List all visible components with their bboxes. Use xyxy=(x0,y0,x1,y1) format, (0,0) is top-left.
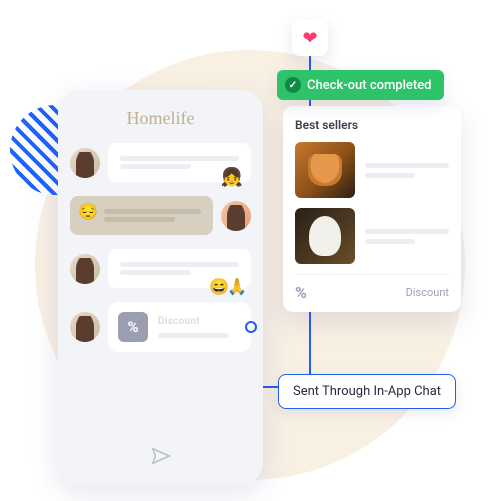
app-brand: Homelife xyxy=(70,108,251,129)
avatar xyxy=(70,148,100,178)
favorite-card: ❤ xyxy=(292,20,328,56)
product-thumb xyxy=(295,208,355,264)
phone-mock: Homelife 👧 😔 😄🙏 % Discount xyxy=(58,90,263,485)
avatar xyxy=(70,312,100,342)
checkout-banner-text: Check-out completed xyxy=(307,78,432,93)
discount-label: Discount xyxy=(406,286,449,299)
callout-text: Sent Through In-App Chat xyxy=(293,384,441,399)
flow-node xyxy=(245,321,257,333)
heart-icon: ❤ xyxy=(302,28,317,49)
emoji-girl-icon: 👧 xyxy=(221,167,243,188)
product-thumb xyxy=(295,142,355,198)
avatar xyxy=(221,201,251,231)
chat-bubble: 😄🙏 xyxy=(108,249,251,288)
product-text-placeholder xyxy=(365,158,449,183)
chat-row: 😄🙏 xyxy=(70,249,251,288)
promo-label: Discount xyxy=(158,316,241,327)
product-row[interactable] xyxy=(295,208,449,264)
best-sellers-title: Best sellers xyxy=(295,118,449,132)
product-text-placeholder xyxy=(365,224,449,249)
callout-label: Sent Through In-App Chat xyxy=(278,374,456,409)
emoji-reaction-icons: 😄🙏 xyxy=(209,277,245,296)
chat-row: 👧 xyxy=(70,143,251,182)
checkout-banner: ✓ Check-out completed xyxy=(277,70,444,100)
chat-bubble: 😔 xyxy=(70,196,213,235)
product-row[interactable] xyxy=(295,142,449,198)
percent-icon: % xyxy=(295,283,307,302)
emoji-sad-icon: 😔 xyxy=(78,202,98,221)
chat-row: 😔 xyxy=(70,196,251,235)
chat-row: % Discount xyxy=(70,302,251,352)
chat-bubble: 👧 xyxy=(108,143,251,182)
promo-bubble[interactable]: % Discount xyxy=(108,302,251,352)
percent-icon: % xyxy=(118,312,148,342)
send-icon[interactable] xyxy=(150,445,172,471)
avatar xyxy=(70,254,100,284)
best-sellers-card: Best sellers % Discount xyxy=(283,106,461,312)
check-icon: ✓ xyxy=(285,77,301,93)
